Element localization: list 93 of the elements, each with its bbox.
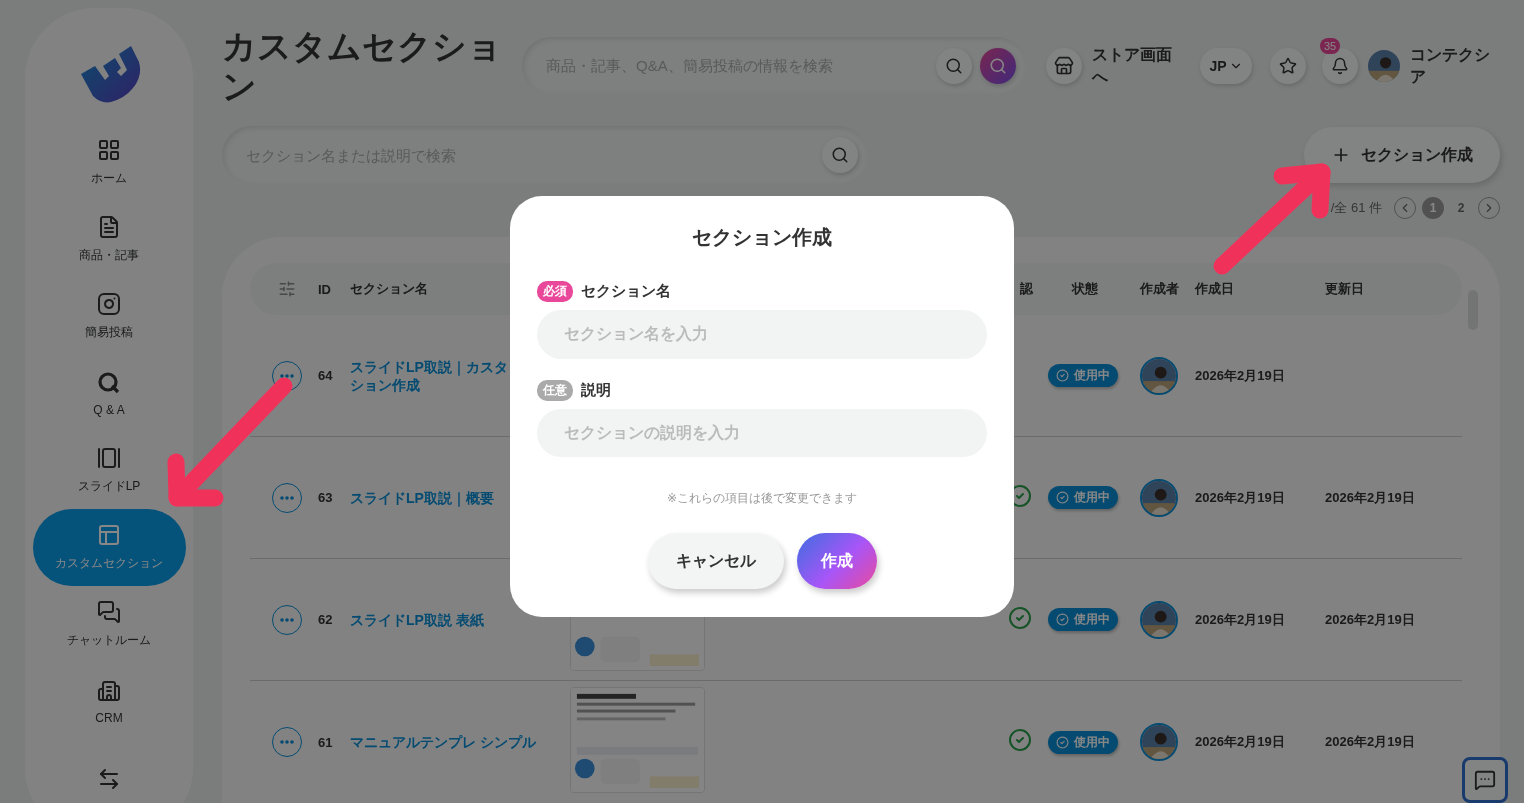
column-header: セクション名 [350, 280, 428, 298]
bell-icon [1331, 56, 1349, 75]
avatar [1140, 723, 1178, 761]
chat-bubbles-icon [97, 600, 121, 624]
status-badge: 使用中 [1048, 486, 1118, 509]
sidebar-label: CRM [95, 710, 123, 725]
instagram-icon [97, 292, 121, 316]
ellipsis-icon [280, 740, 294, 744]
dialog-title: セクション作成 [691, 225, 833, 250]
table-cell-text: 64 [318, 368, 334, 383]
avatar [1140, 356, 1178, 395]
search-icon [831, 146, 849, 165]
slides-icon [97, 446, 121, 470]
building-icon [97, 678, 121, 703]
table-cell-text: 2026年2月19日 [1325, 610, 1416, 629]
avatar [1140, 600, 1178, 639]
column-header: ID [318, 281, 331, 297]
document-icon [97, 215, 121, 239]
star-icon [1279, 56, 1297, 75]
column-header: 認 [1020, 280, 1033, 298]
input-field[interactable]: セクションの説明を入力 [537, 408, 987, 457]
ellipsis-icon [280, 495, 294, 500]
status-badge: 使用中 [1048, 608, 1118, 631]
search-button[interactable] [822, 137, 858, 174]
home-icon [97, 138, 121, 162]
ellipsis-icon [280, 373, 294, 378]
status-badge: 使用中 [1048, 364, 1118, 387]
user-name[interactable]: コンテクシア [1410, 43, 1492, 88]
avatar [1140, 478, 1178, 517]
avatar [1368, 49, 1400, 82]
store-button[interactable] [1046, 47, 1082, 84]
column-header: 状態 [1072, 280, 1098, 298]
layout-icon [97, 523, 121, 547]
check-circle-icon [1056, 735, 1069, 749]
check-circle-icon [1056, 613, 1069, 626]
language-select[interactable]: JP [1200, 47, 1252, 84]
favorites-button[interactable] [1270, 47, 1306, 84]
section-name-link[interactable]: スライドLP取説 表紙 [350, 610, 570, 629]
store-link[interactable]: ストア画面へ [1092, 43, 1174, 88]
column-header: 作成者 [1140, 280, 1179, 298]
sidebar-label: Q & A [93, 402, 125, 417]
sidebar-item[interactable]: ホーム [32, 124, 186, 201]
search-icon [945, 56, 963, 75]
table-cell-text: 2026年2月19日 [1325, 733, 1416, 751]
sidebar-item[interactable]: 簡易投稿 [32, 278, 186, 355]
sidebar-item[interactable]: CRM [32, 663, 186, 740]
column-header: 更新日 [1325, 280, 1364, 298]
sidebar-label: ホーム [91, 170, 127, 187]
sidebar-item[interactable]: チャットルーム [32, 586, 186, 663]
sidebar-label: カスタムセクション [55, 555, 163, 572]
input-field[interactable]: セクション名を入力 [537, 310, 987, 359]
table-cell-text: 2026年2月19日 [1195, 488, 1286, 507]
table-cell-text: 2026年2月19日 [1195, 733, 1286, 751]
sidebar-item[interactable]: Q & A [32, 355, 186, 432]
create-button[interactable]: 作成 [796, 533, 877, 589]
page-title: カスタムセクション [222, 25, 503, 106]
page-button[interactable]: 2 [1450, 197, 1472, 220]
table-cell-text: 63 [318, 490, 334, 505]
sidebar-label: スライドLP [77, 478, 141, 495]
sidebar-label: チャットルーム [67, 632, 151, 649]
table-cell-text: 2026年2月19日 [1195, 366, 1286, 385]
chat-icon [1474, 769, 1496, 791]
table-cell-text: 61 [318, 734, 334, 750]
q-icon [97, 370, 121, 395]
result-count: /全 61 件 [1330, 199, 1382, 218]
sidebar-label: 商品・記事 [79, 247, 139, 264]
table-cell-text: 62 [318, 612, 334, 627]
field-label: 説明 [581, 380, 611, 400]
filter-icon[interactable] [278, 280, 296, 298]
notification-badge: 35 [1320, 37, 1341, 54]
ai-search-button[interactable] [980, 47, 1016, 84]
exchange-icon [97, 766, 121, 791]
sidebar-item[interactable]: 商品・記事 [32, 201, 186, 278]
status-badge: 使用中 [1048, 730, 1118, 754]
dialog-note: ※これらの項目は後で変更できます [665, 490, 859, 507]
column-header: 作成日 [1195, 280, 1234, 298]
search-icon [989, 56, 1007, 75]
store-icon [1054, 55, 1074, 76]
sidebar-label: 簡易投稿 [85, 324, 133, 341]
table-cell-text: 2026年2月19日 [1325, 488, 1416, 507]
section-name-link[interactable]: マニュアルテンプレ シンプル [350, 733, 570, 751]
ellipsis-icon [280, 617, 294, 622]
optional-tag: 任意 [537, 379, 573, 401]
table-cell-text: 2026年2月19日 [1195, 610, 1286, 629]
cancel-button[interactable]: キャンセル [647, 533, 784, 589]
sidebar-item[interactable]: カスタムセクション [32, 509, 186, 586]
check-circle-icon [1056, 491, 1069, 504]
field-label: セクション名 [581, 282, 671, 301]
sidebar-item[interactable]: スライドLP [32, 432, 186, 509]
required-tag: 必須 [537, 281, 573, 302]
create-section-button[interactable]: セクション作成 [1304, 127, 1500, 184]
check-circle-icon [1056, 369, 1069, 382]
search-button[interactable] [936, 47, 972, 84]
